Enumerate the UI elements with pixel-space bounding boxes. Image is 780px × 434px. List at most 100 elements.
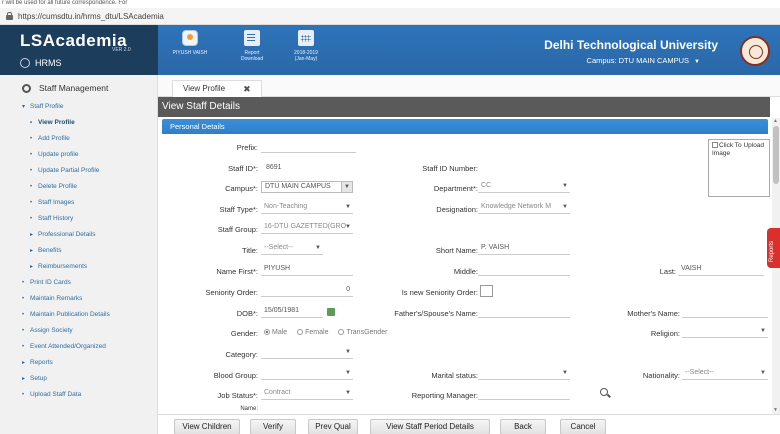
new-seniority-checkbox[interactable]	[480, 285, 493, 297]
sidebar-item-add-profile[interactable]: • Add Profile	[0, 131, 157, 147]
campus-select[interactable]: DTU MAIN CAMPUS ▼	[261, 181, 353, 193]
sidebar-item-update-partial-profile[interactable]: • Update Partial Profile	[0, 163, 157, 179]
campus-selector[interactable]: Campus: DTU MAIN CAMPUS ▼	[587, 56, 700, 65]
sidebar-item-upload-staff-data[interactable]: • Upload Staff Data	[0, 387, 157, 403]
mother-name-field[interactable]	[682, 305, 768, 318]
blood-group-select[interactable]: ▼	[261, 367, 353, 380]
gender-option-transgender[interactable]: TransGender	[338, 329, 387, 336]
bullet-icon: •	[30, 216, 33, 222]
gender-option-male[interactable]: Male	[264, 329, 287, 336]
reporting-manager-field[interactable]	[478, 387, 570, 400]
module-label: HRMS	[20, 58, 158, 68]
tab-view-profile[interactable]: View Profile ✖	[172, 80, 262, 97]
prefix-field[interactable]	[261, 140, 356, 153]
session-label: 2018-2019 (Jan-May)	[294, 50, 318, 62]
verify-button[interactable]: Verify	[250, 419, 296, 434]
user-menu[interactable]: PIYUSH VAISH	[170, 30, 210, 56]
sidebar-item-label: Event Attended/Organized	[30, 343, 106, 350]
photo-upload-box[interactable]: Click To Upload Image	[708, 139, 770, 197]
reports-side-tab[interactable]: Reports	[767, 228, 780, 268]
staff-id-number-field[interactable]	[480, 161, 570, 174]
address-bar[interactable]: https://cumsdtu.in/hrms_dtu/LSAcademia	[0, 8, 780, 25]
category-select[interactable]: ▼	[261, 346, 353, 359]
designation-select[interactable]: Knowledge Network M ▼	[478, 201, 570, 214]
staff-type-label: Staff Type*:	[219, 205, 259, 214]
sidebar-item-staff-profile[interactable]: ▾ Staff Profile	[0, 99, 157, 115]
middle-name-field[interactable]	[478, 263, 570, 276]
sidebar-item-update-profile[interactable]: • Update profile	[0, 147, 157, 163]
sidebar-item-label: Upload Staff Data	[30, 391, 82, 398]
session-selector[interactable]: 2018-2019 (Jan-May)	[286, 30, 326, 62]
title-select[interactable]: --Select-- ▼	[261, 242, 323, 255]
back-button[interactable]: Back	[500, 419, 546, 434]
sidebar-item-label: Delete Profile	[38, 183, 78, 190]
sidebar-item-maintain-publication-details[interactable]: • Maintain Publication Details	[0, 307, 157, 323]
calendar-icon	[298, 30, 314, 46]
cancel-button[interactable]: Cancel	[560, 419, 606, 434]
short-name-field[interactable]: P. VAISH	[478, 242, 570, 255]
section-title[interactable]: Personal Details	[162, 119, 768, 134]
chevron-down-icon: ▼	[345, 370, 351, 376]
scroll-up-icon[interactable]: ▲	[773, 118, 778, 124]
nationality-label: Nationality:	[642, 371, 680, 380]
marital-status-select[interactable]: ▼	[478, 367, 570, 380]
sidebar-item-reimbursements[interactable]: ▸ Reimbursements	[0, 259, 157, 275]
staff-group-value: 16-DTU GAZETTED(GRO	[264, 223, 347, 230]
title-value: --Select--	[264, 244, 293, 251]
calendar-icon[interactable]	[327, 308, 335, 316]
prev-qual-button[interactable]: Prev Qual	[308, 419, 358, 434]
university-seal-logo	[740, 36, 770, 66]
staff-id-value: 8691	[266, 164, 282, 171]
report-download-label: Report Download	[240, 50, 264, 62]
designation-label: Designation:	[436, 205, 478, 214]
nationality-select[interactable]: --Select-- ▼	[682, 367, 768, 380]
dob-field[interactable]: 15/05/1981	[261, 305, 323, 318]
sidebar-item-reports[interactable]: ▸ Reports	[0, 355, 157, 371]
sidebar-header[interactable]: Staff Management	[0, 75, 157, 95]
sidebar-item-maintain-remarks[interactable]: • Maintain Remarks	[0, 291, 157, 307]
religion-select[interactable]: ▼	[682, 325, 768, 338]
last-name-field[interactable]: VAISH	[678, 263, 764, 276]
scrollbar-thumb[interactable]	[773, 126, 779, 184]
sidebar-item-setup[interactable]: ▸ Setup	[0, 371, 157, 387]
chevron-down-icon: ▼	[345, 390, 351, 396]
chevron-right-icon: ▸	[30, 264, 34, 270]
sidebar-item-label: Staff Images	[38, 199, 75, 206]
action-bar: View Children Verify Prev Qual View Staf…	[158, 414, 780, 434]
bullet-icon: •	[30, 136, 33, 142]
sidebar-item-professional-details[interactable]: ▸ Professional Details	[0, 227, 157, 243]
job-status-label: Job Status*:	[217, 391, 258, 400]
close-icon[interactable]: ✖	[243, 81, 251, 97]
father-name-field[interactable]	[478, 305, 570, 318]
sidebar-item-label: Staff Profile	[30, 103, 64, 110]
brand-block[interactable]: LSAcademia VER 2.0 HRMS	[0, 25, 158, 75]
sidebar-item-assign-society[interactable]: • Assign Society	[0, 323, 157, 339]
view-children-button[interactable]: View Children	[174, 419, 240, 434]
gender-option-female[interactable]: Female	[297, 329, 328, 336]
sidebar-item-benefits[interactable]: ▸ Benefits	[0, 243, 157, 259]
scroll-down-icon[interactable]: ▼	[773, 407, 778, 413]
search-icon[interactable]	[600, 388, 610, 398]
staff-type-value: Non-Teaching	[264, 203, 308, 210]
sidebar-item-delete-profile[interactable]: • Delete Profile	[0, 179, 157, 195]
name-first-label: Name First*:	[216, 267, 258, 276]
name-first-field[interactable]: PIYUSH	[261, 263, 353, 276]
sidebar-item-staff-history[interactable]: • Staff History	[0, 211, 157, 227]
report-download-button[interactable]: Report Download	[234, 30, 270, 62]
seniority-order-field[interactable]: 0	[261, 284, 353, 297]
radio-icon	[297, 329, 304, 335]
tab-label: View Profile	[183, 84, 226, 93]
url-text[interactable]: https://cumsdtu.in/hrms_dtu/LSAcademia	[18, 12, 164, 21]
job-status-select[interactable]: Contract ▼	[261, 387, 353, 400]
sidebar-item-print-id-cards[interactable]: • Print ID Cards	[0, 275, 157, 291]
sidebar-item-view-profile[interactable]: • View Profile	[0, 115, 157, 131]
staff-id-label: Staff ID*:	[228, 164, 258, 173]
page-title: View Staff Details	[158, 97, 770, 117]
department-select[interactable]: CC ▼	[478, 180, 570, 193]
sidebar-item-event-attended-organized[interactable]: • Event Attended/Organized	[0, 339, 157, 355]
sidebar-item-staff-images[interactable]: • Staff Images	[0, 195, 157, 211]
new-seniority-label: Is new Seniority Order:	[401, 288, 478, 297]
staff-group-select[interactable]: 16-DTU GAZETTED(GRO ▼	[261, 221, 353, 234]
staff-type-select[interactable]: Non-Teaching ▼	[261, 201, 353, 214]
view-staff-period-details-button[interactable]: View Staff Period Details	[370, 419, 490, 434]
